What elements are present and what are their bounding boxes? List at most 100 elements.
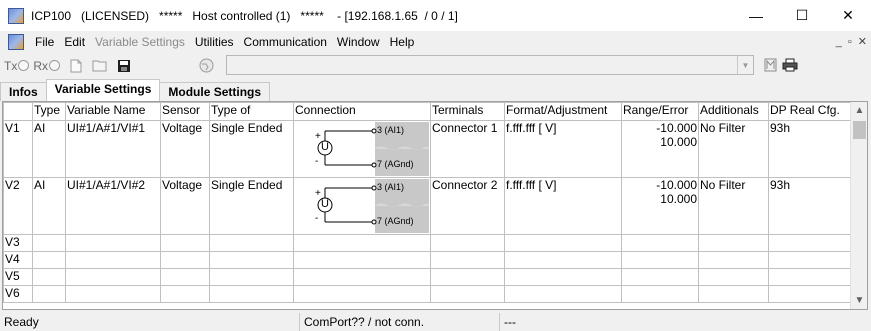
cell-dp-cfg[interactable]: 93h (768, 120, 853, 178)
save-icon[interactable] (116, 58, 132, 74)
table-cell[interactable] (209, 268, 294, 286)
column-header-sensor[interactable]: Sensor (160, 102, 210, 121)
table-cell[interactable] (209, 251, 294, 269)
cell-type[interactable]: AI (32, 120, 66, 178)
vertical-scrollbar[interactable]: ▲ ▼ (850, 102, 867, 309)
column-header-connection[interactable]: Connection (293, 102, 431, 121)
table-cell[interactable] (621, 285, 699, 303)
row-header[interactable]: V6 (3, 285, 33, 303)
table-cell[interactable] (65, 251, 161, 269)
row-header[interactable]: V4 (3, 251, 33, 269)
cell-range[interactable]: -10.000 10.000 (621, 120, 699, 178)
column-header-terminals[interactable]: Terminals (430, 102, 505, 121)
column-header-type-of[interactable]: Type of (209, 102, 294, 121)
printer-icon[interactable] (782, 57, 798, 73)
cell-type-of[interactable]: Single Ended (209, 177, 294, 235)
column-header-type[interactable]: Type (32, 102, 66, 121)
scroll-thumb[interactable] (853, 121, 866, 139)
table-cell[interactable] (430, 268, 505, 286)
scroll-up-icon[interactable]: ▲ (851, 102, 867, 119)
table-cell[interactable] (768, 234, 853, 252)
table-cell[interactable] (768, 285, 853, 303)
table-cell[interactable] (504, 285, 622, 303)
table-cell[interactable] (293, 268, 431, 286)
cell-terminals[interactable]: Connector 2 (430, 177, 505, 235)
menu-window[interactable]: Window (332, 35, 385, 49)
cell-terminals[interactable]: Connector 1 (430, 120, 505, 178)
cell-variable-name[interactable]: UI#1/A#1/VI#2 (65, 177, 161, 235)
menu-help[interactable]: Help (385, 35, 420, 49)
column-header-additionals[interactable]: Additionals (698, 102, 769, 121)
table-cell[interactable] (32, 234, 66, 252)
row-header[interactable]: V3 (3, 234, 33, 252)
new-file-icon[interactable] (68, 58, 84, 74)
table-cell[interactable] (160, 268, 210, 286)
menu-utilities[interactable]: Utilities (190, 35, 239, 49)
column-header-dp-cfg[interactable]: DP Real Cfg. (768, 102, 853, 121)
mdi-restore-button[interactable]: ▫ (848, 36, 852, 48)
cell-type[interactable]: AI (32, 177, 66, 235)
table-cell[interactable] (768, 251, 853, 269)
table-cell[interactable] (160, 251, 210, 269)
cell-connection[interactable]: + - U 3 (AI1) 7 (AGnd) (293, 177, 431, 235)
table-cell[interactable] (293, 234, 431, 252)
table-cell[interactable] (504, 251, 622, 269)
menu-communication[interactable]: Communication (239, 35, 332, 49)
table-cell[interactable] (698, 268, 769, 286)
cell-connection[interactable]: + - U 3 (AI1) 7 (AGnd) (293, 120, 431, 178)
tab-variable-settings[interactable]: Variable Settings (45, 79, 161, 101)
cell-sensor[interactable]: Voltage (160, 120, 210, 178)
table-cell[interactable] (430, 285, 505, 303)
mdi-close-button[interactable]: ✕ (858, 35, 867, 48)
table-cell[interactable] (65, 234, 161, 252)
table-cell[interactable] (698, 251, 769, 269)
cell-additionals[interactable]: No Filter (698, 120, 769, 178)
table-cell[interactable] (430, 251, 505, 269)
table-row[interactable]: V3 (3, 234, 853, 252)
table-cell[interactable] (160, 234, 210, 252)
table-cell[interactable] (65, 268, 161, 286)
menu-edit[interactable]: Edit (59, 35, 90, 49)
table-cell[interactable] (698, 234, 769, 252)
table-cell[interactable] (621, 234, 699, 252)
minimize-button[interactable]: — (733, 0, 779, 31)
table-cell[interactable] (209, 285, 294, 303)
table-cell[interactable] (160, 285, 210, 303)
row-header[interactable]: V1 (3, 120, 33, 178)
cell-format[interactable]: f.fff.fff [ V] (504, 120, 622, 178)
app-icon[interactable] (8, 7, 24, 24)
scroll-down-icon[interactable]: ▼ (851, 292, 867, 309)
table-cell[interactable] (209, 234, 294, 252)
cell-variable-name[interactable]: UI#1/A#1/VI#1 (65, 120, 161, 178)
cell-range[interactable]: -10.000 10.000 (621, 177, 699, 235)
cell-dp-cfg[interactable]: 93h (768, 177, 853, 235)
table-cell[interactable] (32, 251, 66, 269)
cell-sensor[interactable]: Voltage (160, 177, 210, 235)
column-header-range[interactable]: Range/Error (621, 102, 699, 121)
menu-file[interactable]: File (30, 35, 59, 49)
table-cell[interactable] (504, 234, 622, 252)
row-header[interactable]: V5 (3, 268, 33, 286)
table-row[interactable]: V5 (3, 268, 853, 286)
table-cell[interactable] (504, 268, 622, 286)
table-row[interactable]: V4 (3, 251, 853, 269)
table-cell[interactable] (698, 285, 769, 303)
column-header-variable-name[interactable]: Variable Name (65, 102, 161, 121)
row-header[interactable]: V2 (3, 177, 33, 235)
table-row[interactable]: V2 AI UI#1/A#1/VI#2 Voltage Single Ended (3, 177, 853, 235)
cell-type-of[interactable]: Single Ended (209, 120, 294, 178)
table-cell[interactable] (293, 285, 431, 303)
table-cell[interactable] (430, 234, 505, 252)
table-cell[interactable] (621, 251, 699, 269)
close-button[interactable]: ✕ (825, 0, 871, 31)
globe-icon[interactable] (198, 58, 214, 74)
module-combo[interactable]: ▼ (226, 55, 754, 75)
column-header-format[interactable]: Format/Adjustment (504, 102, 622, 121)
memory-icon[interactable] (762, 57, 778, 73)
table-row[interactable]: V6 (3, 285, 853, 303)
table-cell[interactable] (32, 285, 66, 303)
table-cell[interactable] (32, 268, 66, 286)
table-cell[interactable] (65, 285, 161, 303)
cell-additionals[interactable]: No Filter (698, 177, 769, 235)
tab-module-settings[interactable]: Module Settings (159, 82, 271, 101)
